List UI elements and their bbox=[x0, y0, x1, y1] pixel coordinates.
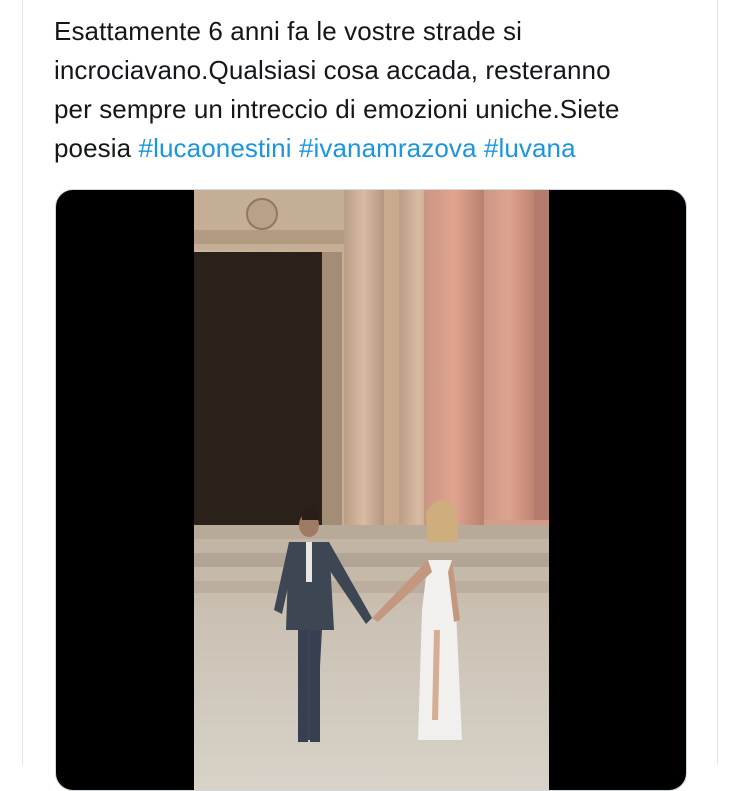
tweet-text: Esattamente 6 anni fa le vostre strade s… bbox=[54, 12, 694, 168]
tweet-text-line: per sempre un intreccio di emozioni unic… bbox=[54, 94, 620, 124]
card-border-right bbox=[717, 0, 718, 765]
hashtag-link-lucaonestini[interactable]: #lucaonestini bbox=[139, 133, 292, 163]
tweet-text-line: poesia bbox=[54, 133, 139, 163]
card-border-left bbox=[22, 0, 23, 765]
video-thumbnail bbox=[194, 190, 549, 790]
video-player[interactable] bbox=[55, 189, 687, 791]
tweet-text-line: incrociavano.Qualsiasi cosa accada, rest… bbox=[54, 55, 611, 85]
hashtag-link-ivanamrazova[interactable]: #ivanamrazova bbox=[299, 133, 477, 163]
tweet-text-line: Esattamente 6 anni fa le vostre strade s… bbox=[54, 16, 523, 46]
hashtag-link-luvana[interactable]: #luvana bbox=[484, 133, 576, 163]
